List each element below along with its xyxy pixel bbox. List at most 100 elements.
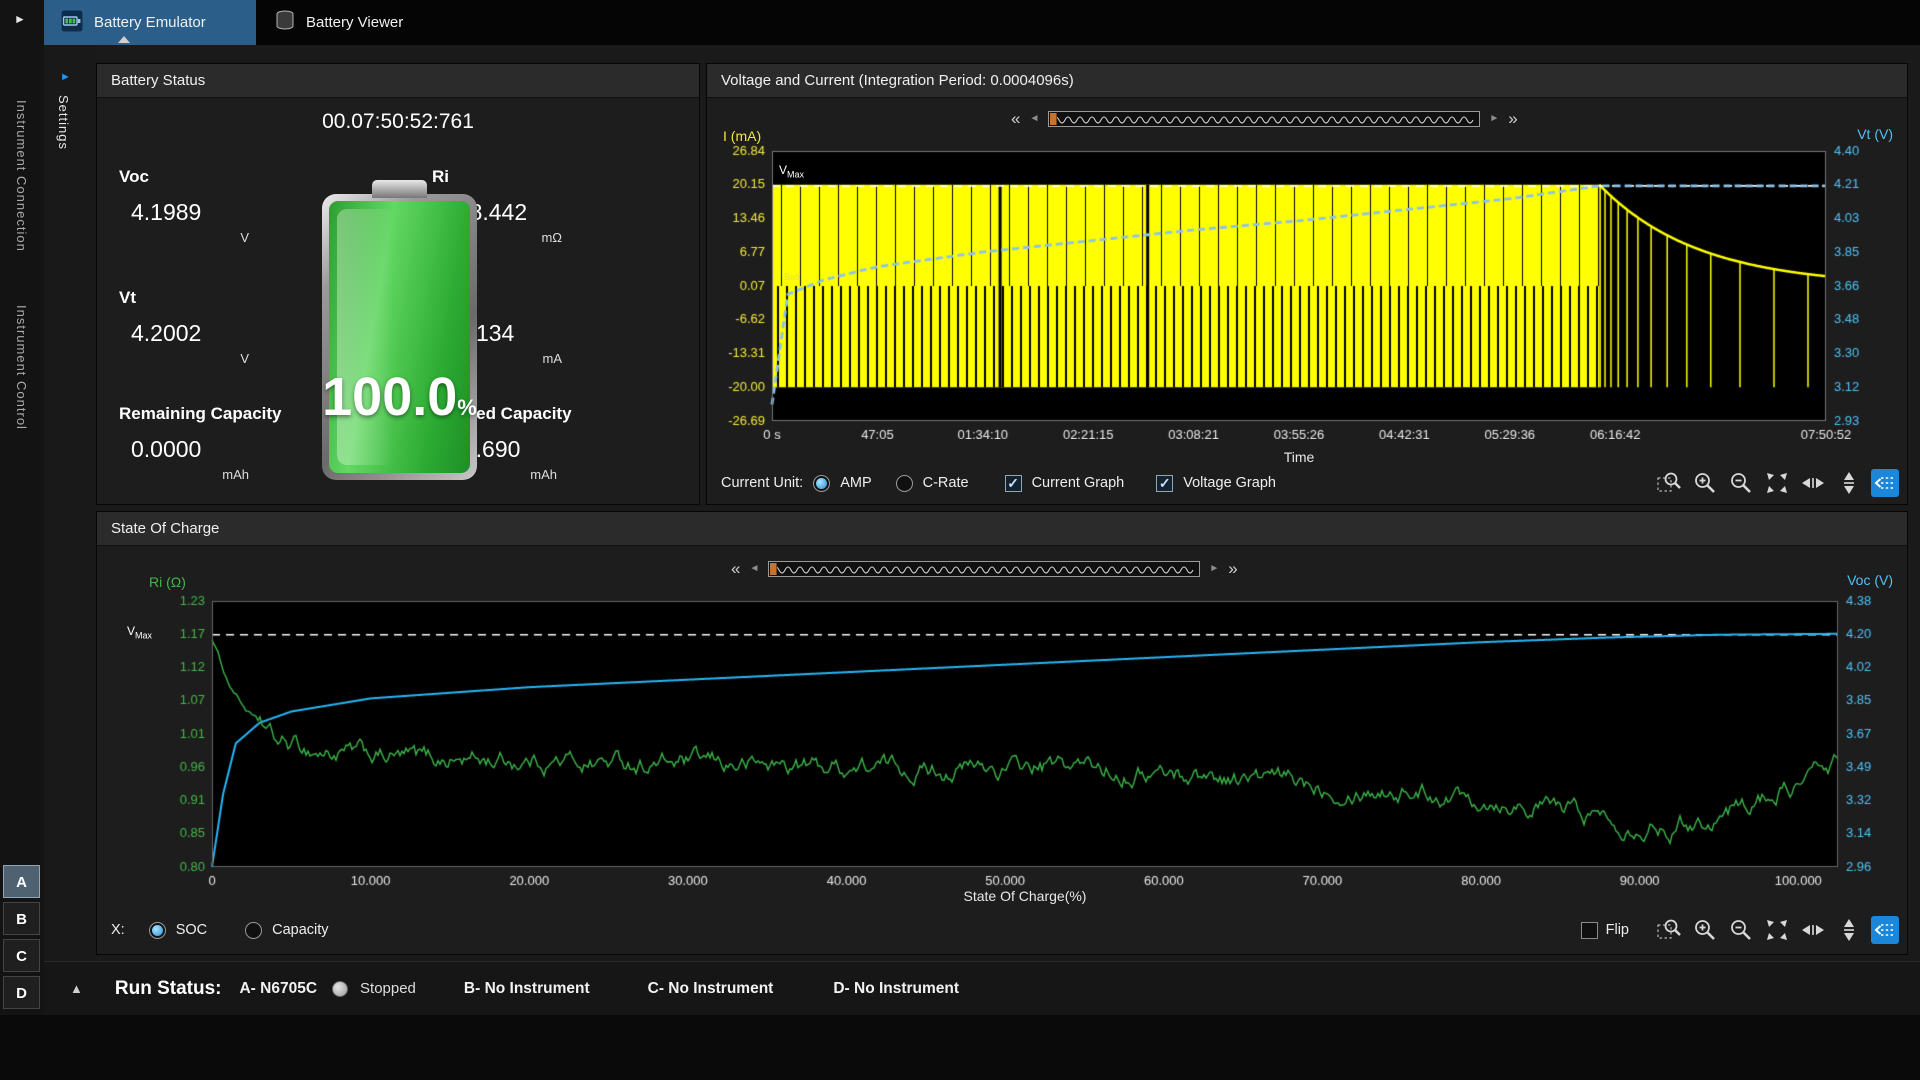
panel-title: Voltage and Current (Integration Period:… xyxy=(707,64,1907,98)
scroll-track[interactable] xyxy=(1048,111,1481,127)
soc-scrollbar: « ◄ ► » xyxy=(731,560,1238,578)
scroll-track[interactable] xyxy=(768,561,1201,577)
fit-all-icon[interactable] xyxy=(1763,469,1791,497)
x-radio-group-label: X: xyxy=(111,922,125,938)
channel-a-button[interactable]: A xyxy=(3,865,40,898)
stat-remaining-capacity: Remaining Capacity 0.0000 mAh xyxy=(119,404,282,482)
capacity-radio[interactable] xyxy=(245,921,263,939)
state-of-charge-panel: State Of Charge « ◄ ► » Ri (Ω) Voc (V) V… xyxy=(96,511,1908,955)
run-status-bar: ▲ Run Status: A- N6705C Stopped B- No In… xyxy=(44,961,1920,1015)
battery-fill xyxy=(329,201,470,473)
vc-chart-footer: Current Unit: AMP C-Rate Current Graph V… xyxy=(721,467,1899,499)
flip-label[interactable]: Flip xyxy=(1606,922,1629,938)
y-right-axis-label: Voc (V) xyxy=(1847,572,1893,588)
scroll-prev-button[interactable]: ◄ xyxy=(1029,111,1039,127)
run-status-channel-b: B- No Instrument xyxy=(463,979,590,997)
y-left-axis-label: Ri (Ω) xyxy=(149,574,186,590)
rail-expand-icon[interactable]: ► xyxy=(14,12,26,26)
settings-expand-icon[interactable]: ► xyxy=(60,71,71,83)
voltage-current-panel: Voltage and Current (Integration Period:… xyxy=(706,63,1909,505)
elapsed-time: 00.07:50:52:761 xyxy=(322,110,474,133)
current-graph-label[interactable]: Current Graph xyxy=(1032,475,1125,491)
scroll-last-button[interactable]: » xyxy=(1508,110,1517,127)
tab-label: Battery Viewer xyxy=(306,14,404,31)
scroll-last-button[interactable]: » xyxy=(1228,560,1237,577)
stat-vt: Vt 4.2002 V xyxy=(119,288,249,366)
soc-chart[interactable] xyxy=(117,590,1907,890)
bottom-bar: Start Start All Copyright © Keysight Ben… xyxy=(0,1015,1920,1080)
tab-battery-emulator[interactable]: Battery Emulator xyxy=(44,0,256,45)
zoom-selection-icon[interactable] xyxy=(1655,469,1683,497)
scroll-prev-button[interactable]: ◄ xyxy=(749,561,759,577)
tab-battery-viewer[interactable]: Battery Viewer xyxy=(258,0,438,45)
soc-percent-sign: % xyxy=(457,395,477,420)
zoom-selection-icon[interactable] xyxy=(1655,916,1683,944)
zoom-in-icon[interactable] xyxy=(1691,469,1719,497)
c-rate-radio[interactable] xyxy=(895,474,913,492)
soc-chart-footer: X: SOC Capacity Flip xyxy=(111,914,1899,946)
battery-body xyxy=(322,194,477,480)
voltage-graph-checkbox[interactable] xyxy=(1156,474,1174,492)
scroll-first-button[interactable]: « xyxy=(731,560,740,577)
settings-strip: ► Settings xyxy=(44,45,96,1015)
vmax-annotation: VMax xyxy=(779,163,805,180)
scroll-handle[interactable] xyxy=(770,563,778,575)
amp-radio[interactable] xyxy=(813,474,831,492)
fit-vertical-icon[interactable] xyxy=(1835,469,1863,497)
auto-track-icon[interactable] xyxy=(1871,469,1899,497)
zoom-out-icon[interactable] xyxy=(1727,469,1755,497)
app-window: ► Instrument Connection Instrument Contr… xyxy=(0,0,1920,1080)
stat-voc: Voc 4.1989 V xyxy=(119,167,249,245)
tab-label: Battery Emulator xyxy=(94,14,206,31)
battery-status-panel: Battery Status 00.07:50:52:761 Voc 4.198… xyxy=(96,63,700,505)
scroll-next-button[interactable]: ► xyxy=(1209,561,1219,577)
panel-title: State Of Charge xyxy=(97,512,1907,546)
scroll-handle[interactable] xyxy=(1050,113,1058,125)
panel-title: Battery Status xyxy=(97,64,699,98)
soc-radio[interactable] xyxy=(148,921,166,939)
soc-zoom-toolbar: Flip xyxy=(1580,916,1899,944)
vc-scrollbar: « ◄ ► » xyxy=(1011,110,1518,128)
battery-emulator-icon xyxy=(60,9,84,37)
current-graph-checkbox[interactable] xyxy=(1004,474,1022,492)
zoom-in-icon[interactable] xyxy=(1691,916,1719,944)
vmax-annotation: VMax xyxy=(127,624,153,641)
run-status-channel-c: C- No Instrument xyxy=(647,979,774,997)
channel-b-button[interactable]: B xyxy=(3,902,40,935)
c-rate-radio-label[interactable]: C-Rate xyxy=(923,475,969,491)
soc-radio-label[interactable]: SOC xyxy=(176,922,207,938)
run-status-title: Run Status: xyxy=(114,977,222,999)
fit-vertical-icon[interactable] xyxy=(1835,916,1863,944)
capacity-radio-label[interactable]: Capacity xyxy=(272,922,328,938)
run-status-channel-a: A- N6705C xyxy=(239,979,318,997)
top-tab-bar: Battery Emulator Battery Viewer xyxy=(44,0,1920,45)
voltage-current-chart[interactable] xyxy=(707,139,1909,439)
channel-a-state-dot xyxy=(332,980,349,997)
fit-all-icon[interactable] xyxy=(1763,916,1791,944)
fit-horizontal-icon[interactable] xyxy=(1799,469,1827,497)
x-axis-label: State Of Charge(%) xyxy=(963,888,1087,904)
voltage-graph-label[interactable]: Voltage Graph xyxy=(1183,475,1276,491)
soc-percent: 100.0% xyxy=(322,367,477,427)
scroll-next-button[interactable]: ► xyxy=(1489,111,1499,127)
channel-c-button[interactable]: C xyxy=(3,939,40,972)
x-axis-label: Time xyxy=(1283,449,1315,465)
battery-viewer-icon xyxy=(274,9,296,37)
auto-track-icon[interactable] xyxy=(1871,916,1899,944)
sidebar-item-settings[interactable]: Settings xyxy=(56,95,71,150)
vc-zoom-toolbar xyxy=(1655,469,1899,497)
scroll-first-button[interactable]: « xyxy=(1011,110,1020,127)
battery-graphic: 100.0% xyxy=(322,180,477,480)
zoom-out-icon[interactable] xyxy=(1727,916,1755,944)
battery-cap xyxy=(372,180,427,198)
sidebar-item-instrument-control[interactable]: Instrument Control xyxy=(14,305,29,505)
sidebar-item-instrument-connection[interactable]: Instrument Connection xyxy=(14,100,29,300)
flip-checkbox[interactable] xyxy=(1580,921,1598,939)
channel-d-button[interactable]: D xyxy=(3,976,40,1009)
run-status-channel-d: D- No Instrument xyxy=(833,979,960,997)
run-status-collapse-icon[interactable]: ▲ xyxy=(70,981,83,996)
amp-radio-label[interactable]: AMP xyxy=(840,475,871,491)
fit-horizontal-icon[interactable] xyxy=(1799,916,1827,944)
channel-a-state: Stopped xyxy=(360,980,416,997)
left-rail: ► Instrument Connection Instrument Contr… xyxy=(0,0,45,1015)
